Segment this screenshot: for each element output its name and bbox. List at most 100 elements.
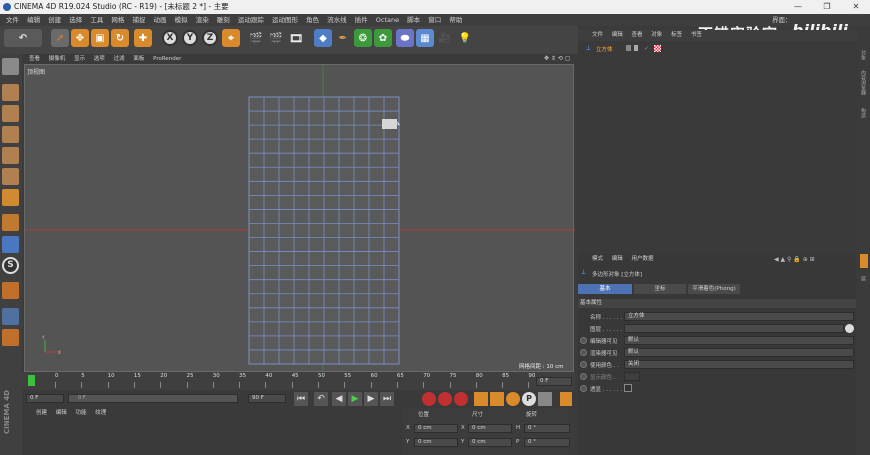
move-tool-icon[interactable]: ✥ <box>71 29 89 47</box>
go-to-start-icon[interactable]: ⏮ <box>294 392 308 406</box>
snap-icon[interactable]: S <box>2 257 19 274</box>
om-menu-edit[interactable]: 编辑 <box>612 32 623 38</box>
tab-objects[interactable]: 对象 <box>860 50 867 60</box>
menu-edit[interactable]: 编辑 <box>27 16 40 24</box>
viewport-nav-icons[interactable]: ✥ ⇕ ⟲ ▢ <box>544 54 570 64</box>
layer-field[interactable] <box>624 324 844 333</box>
render-visible-select[interactable]: 默认 <box>624 348 854 357</box>
z-axis-lock-icon[interactable]: Z <box>202 30 218 46</box>
menu-snap[interactable]: 捕捉 <box>132 16 145 24</box>
key-selection-icon[interactable] <box>454 392 468 406</box>
attr-menu-edit[interactable]: 编辑 <box>612 256 623 262</box>
om-menu-tag[interactable]: 标签 <box>671 32 682 38</box>
rotation-h-field[interactable]: 0 ° <box>524 424 570 433</box>
soft-selection-icon[interactable] <box>2 282 19 299</box>
menu-octane[interactable]: Octane <box>376 16 399 24</box>
anim-dot-icon[interactable] <box>580 373 587 380</box>
tab-coord[interactable]: 坐标 <box>634 284 686 294</box>
go-to-end-icon[interactable]: ⏭ <box>380 392 394 406</box>
menu-motion-tracking[interactable]: 运动跟踪 <box>238 16 264 24</box>
timeline-menu-icon[interactable] <box>560 392 572 406</box>
add-tool-icon[interactable]: ✚ <box>134 29 152 47</box>
tab-basic[interactable]: 基本 <box>578 284 632 294</box>
vp-menu-options[interactable]: 选项 <box>94 56 105 62</box>
timeline[interactable]: 0 5 10 15 20 25 30 35 40 45 50 55 60 65 70 75 80 85 90 0 F <box>22 372 575 390</box>
mat-menu-create[interactable]: 创建 <box>36 410 47 416</box>
vp-menu-camera[interactable]: 摄像机 <box>49 56 66 62</box>
play-icon[interactable]: ▶ <box>348 392 362 406</box>
select-cursor-icon[interactable]: ➚ <box>51 29 69 47</box>
range-slider[interactable] <box>68 394 238 403</box>
attr-menu-userdata[interactable]: 用户数据 <box>632 256 654 262</box>
light-icon[interactable]: 💡 <box>456 29 474 47</box>
layer-link-icon[interactable] <box>845 324 854 333</box>
current-frame-field[interactable]: 0 F <box>26 394 64 403</box>
menu-script[interactable]: 脚本 <box>407 16 420 24</box>
cube-object-icon[interactable]: ◆ <box>314 29 332 47</box>
size-x-field[interactable]: 0 cm <box>468 424 512 433</box>
menu-tools[interactable]: 工具 <box>90 16 103 24</box>
record-keyframe-icon[interactable] <box>422 392 436 406</box>
render-picture-viewer-icon[interactable]: 🎬 <box>267 29 285 47</box>
om-menu-view[interactable]: 查看 <box>632 32 643 38</box>
anim-dot-icon[interactable] <box>580 337 587 344</box>
camera-icon[interactable]: 🎥 <box>436 29 454 47</box>
menu-animate[interactable]: 动画 <box>154 16 167 24</box>
menu-sculpt[interactable]: 雕刻 <box>217 16 230 24</box>
texture-mode-icon[interactable] <box>2 105 19 122</box>
workplane-lock-icon[interactable] <box>2 308 19 325</box>
y-axis-lock-icon[interactable]: Y <box>182 30 198 46</box>
vp-menu-panel[interactable]: 面板 <box>133 56 144 62</box>
menu-help[interactable]: 帮助 <box>449 16 462 24</box>
floor-icon[interactable]: ▦ <box>416 29 434 47</box>
anim-dot-icon[interactable] <box>580 349 587 356</box>
editor-visible-select[interactable]: 默认 <box>624 336 854 345</box>
vp-menu-display[interactable]: 显示 <box>74 56 85 62</box>
render-view-icon[interactable]: 🎬 <box>247 29 265 47</box>
menu-simulate[interactable]: 模拟 <box>175 16 188 24</box>
menu-mograph[interactable]: 运动图形 <box>272 16 298 24</box>
menu-create[interactable]: 创建 <box>48 16 61 24</box>
viewport[interactable]: 顶视图 Y X 网格间距 : 10 cm <box>24 64 575 373</box>
enable-axis-icon[interactable] <box>2 214 19 231</box>
om-menu-object[interactable]: 对象 <box>651 32 662 38</box>
menu-select[interactable]: 选择 <box>69 16 82 24</box>
anim-dot-icon[interactable] <box>580 361 587 368</box>
active-check-icon[interactable]: ✓ <box>644 45 649 52</box>
auto-key-icon[interactable] <box>438 392 452 406</box>
mat-menu-texture[interactable]: 纹理 <box>95 410 106 416</box>
menu-plugins[interactable]: 插件 <box>355 16 368 24</box>
om-menu-bookmark[interactable]: 书签 <box>691 32 702 38</box>
menu-pipeline[interactable]: 流水线 <box>327 16 347 24</box>
tab-layers[interactable]: 层 <box>860 276 867 281</box>
minimize-button[interactable]: — <box>786 0 810 14</box>
xray-checkbox[interactable] <box>624 384 632 392</box>
object-row[interactable]: ⟂ 立方体 ✓ <box>582 44 664 54</box>
deformer-icon[interactable]: ⬬ <box>396 29 414 47</box>
workplane-icon[interactable] <box>2 126 19 143</box>
position-y-field[interactable]: 0 cm <box>414 438 458 447</box>
vp-menu-view[interactable]: 查看 <box>29 56 40 62</box>
paint-icon[interactable] <box>2 329 19 346</box>
undo-icon[interactable]: ↶ <box>4 29 42 47</box>
attr-nav-icons[interactable]: ◀ ▲ ⚲ 🔒 ⊕ ⊞ <box>774 254 815 265</box>
menu-file[interactable]: 文件 <box>6 16 19 24</box>
key-pla-icon[interactable] <box>538 392 552 406</box>
pen-spline-icon[interactable]: ✒ <box>334 29 352 47</box>
use-color-select[interactable]: 关闭 <box>624 360 854 369</box>
mat-menu-function[interactable]: 功能 <box>76 410 87 416</box>
edges-mode-icon[interactable] <box>2 168 19 185</box>
key-parameter-icon[interactable]: P <box>522 392 536 406</box>
timeline-end-field[interactable]: 0 F <box>536 377 572 386</box>
key-position-icon[interactable] <box>474 392 488 406</box>
mat-menu-edit[interactable]: 编辑 <box>56 410 67 416</box>
cloner-icon[interactable]: ✿ <box>374 29 392 47</box>
render-settings-icon[interactable]: 🎞 <box>287 29 305 47</box>
visibility-toggle-icon[interactable] <box>634 45 638 51</box>
rotate-tool-icon[interactable]: ↻ <box>111 29 129 47</box>
coordinate-system-icon[interactable]: ⌖ <box>222 29 240 47</box>
menu-mesh[interactable]: 网格 <box>111 16 124 24</box>
model-mode-icon[interactable] <box>2 84 19 101</box>
phong-tag-icon[interactable] <box>654 45 661 52</box>
polygons-mode-icon[interactable] <box>2 189 19 206</box>
